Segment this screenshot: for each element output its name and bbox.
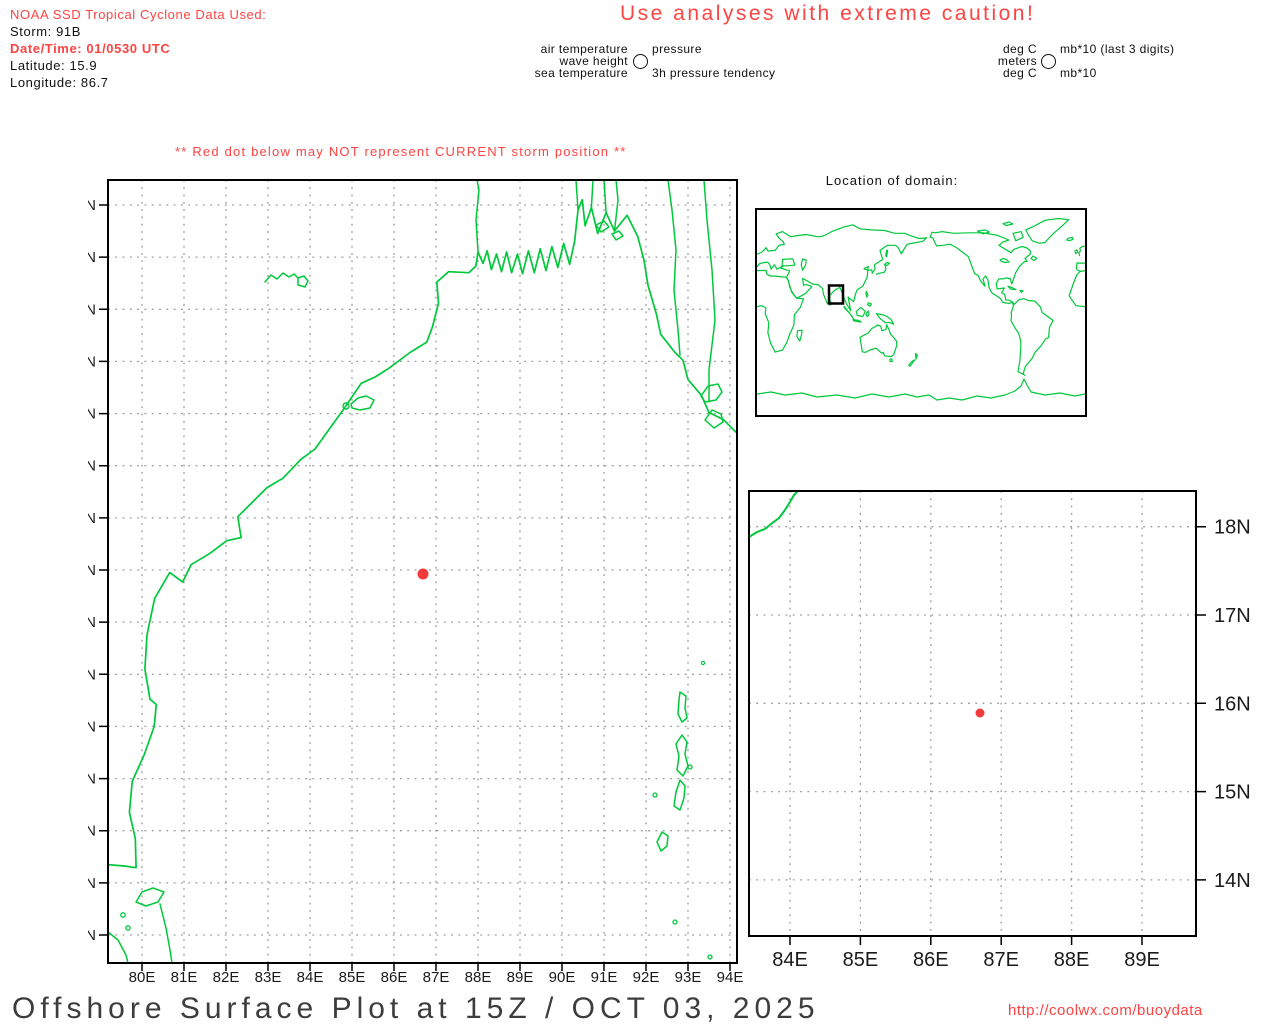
main-map: 80E 81E 82E 83E 84E 85E 86E 87E 88E 89E … [88,179,744,986]
zoom-map-bottom-ticks [789,936,1143,945]
storm-position-dot [417,568,429,580]
latitude-line: Latitude: 15.9 [10,58,98,73]
lat-label: 16N [1214,693,1251,715]
lon-label: 81E [171,969,198,986]
legend-units-tendency: mb*10 [1060,66,1097,80]
zoom-map-grid-horizontal [749,526,1196,881]
plot-title: Offshore Surface Plot at 15Z / OCT 03, 2… [12,992,820,1024]
lon-label: 86E [913,949,949,971]
lon-label: 87E [423,969,450,986]
lon-label: 91E [591,969,618,986]
bangladesh-islands [595,220,624,241]
andaman-islands [656,691,689,852]
lat-label: 18N [1214,517,1251,539]
zoom-map-right-ticks [1196,525,1206,881]
lon-label: 83E [255,969,282,986]
legend-sea-temperature: sea temperature [534,66,628,80]
lat-label: 19N [88,406,96,423]
delta-river-channels [475,179,716,403]
lat-label: 11N [88,823,96,840]
lat-label: 17N [88,510,96,527]
zoom-coastline-path [748,490,799,538]
andaman-islet-3 [700,660,706,666]
lat-label: 18N [88,458,96,475]
storm-info-block: NOAA SSD Tropical Cyclone Data Used: Sto… [10,6,266,91]
lon-label: 93E [675,969,702,986]
main-map-grid-vertical [141,180,731,963]
storm-position-warning: ** Red dot below may NOT represent CURRE… [175,144,627,159]
lon-label: 87E [983,949,1019,971]
main-map-lat-axis: 23N 22N 21N 20N 19N 18N 17N 16N 15N 14N … [88,197,96,944]
zoom-map-lon-axis: 84E 85E 86E 87E 88E 89E [772,949,1160,971]
lat-label: 9N [88,927,96,944]
station-circle-icon [633,54,648,69]
legend-pressure-tendency: 3h pressure tendency [652,66,776,80]
lon-label: 89E [1124,949,1160,971]
domain-inset-title: Location of domain: [825,173,959,188]
lat-label: 14N [88,666,96,683]
lon-label: 86E [381,969,408,986]
coastline-path [107,198,738,869]
station-circle-units-icon [1041,54,1056,69]
lon-label: 88E [465,969,492,986]
legend-pressure: pressure [652,42,702,56]
zoom-map-frame [748,490,1197,937]
zoom-storm-position-dot [975,708,985,718]
legend-units-sea: deg C [1002,66,1037,80]
palk-islet-2 [125,925,131,931]
lat-label: 20N [88,353,96,370]
world-map [755,208,1087,417]
inland-lake-river [264,272,309,288]
offshore-surface-plot-screen: NOAA SSD Tropical Cyclone Data Used: Sto… [0,0,1280,1024]
zoom-map-grid-vertical [789,491,1143,936]
lon-label: 82E [213,969,240,986]
nicobar-islet-2 [707,954,713,960]
zoom-map-lat-axis: 18N 17N 16N 15N 14N [1214,517,1251,892]
chilika-lagoon [350,395,375,411]
myanmar-islands [700,383,724,429]
lat-label: 21N [88,301,96,318]
lat-label: 15N [1214,782,1251,804]
world-map-svg [756,217,1086,401]
lon-label: 80E [129,969,156,986]
andaman-islet-2 [687,764,693,770]
nicobar-islet [672,919,678,925]
sri-lanka-coast [107,887,173,964]
lat-label: 14N [1214,870,1251,892]
lat-label: 23N [88,197,96,214]
lon-label: 85E [843,949,879,971]
lat-label: 22N [88,249,96,266]
datetime-line: Date/Time: 01/0530 UTC [10,41,171,56]
lon-label: 89E [507,969,534,986]
lon-label: 92E [633,969,660,986]
data-source-line: NOAA SSD Tropical Cyclone Data Used: [10,7,267,22]
legend-units-pressure: mb*10 (last 3 digits) [1060,42,1175,56]
source-url-link[interactable]: http://coolwx.com/buoydata [1008,1002,1203,1019]
main-map-lon-axis: 80E 81E 82E 83E 84E 85E 86E 87E 88E 89E … [129,969,744,986]
world-coastlines [756,217,1086,401]
lon-label: 84E [772,949,808,971]
lon-label: 90E [549,969,576,986]
lon-label: 84E [297,969,324,986]
palk-islet [120,912,126,918]
main-map-left-ticks [99,204,108,936]
caution-headline: Use analyses with extreme caution! [620,2,1036,25]
storm-id-line: Storm: 91B [10,24,82,39]
lat-label: 16N [88,562,96,579]
longitude-line: Longitude: 86.7 [10,75,109,90]
lat-label: 15N [88,614,96,631]
andaman-islet [652,792,658,798]
lon-label: 88E [1054,949,1090,971]
lat-label: 17N [1214,605,1251,627]
lat-label: 13N [88,718,96,735]
zoom-map: 84E 85E 86E 87E 88E 89E 18N 17N 16N 15N … [748,490,1251,971]
lat-label: 10N [88,875,96,892]
lon-label: 85E [339,969,366,986]
lat-label: 12N [88,771,96,788]
